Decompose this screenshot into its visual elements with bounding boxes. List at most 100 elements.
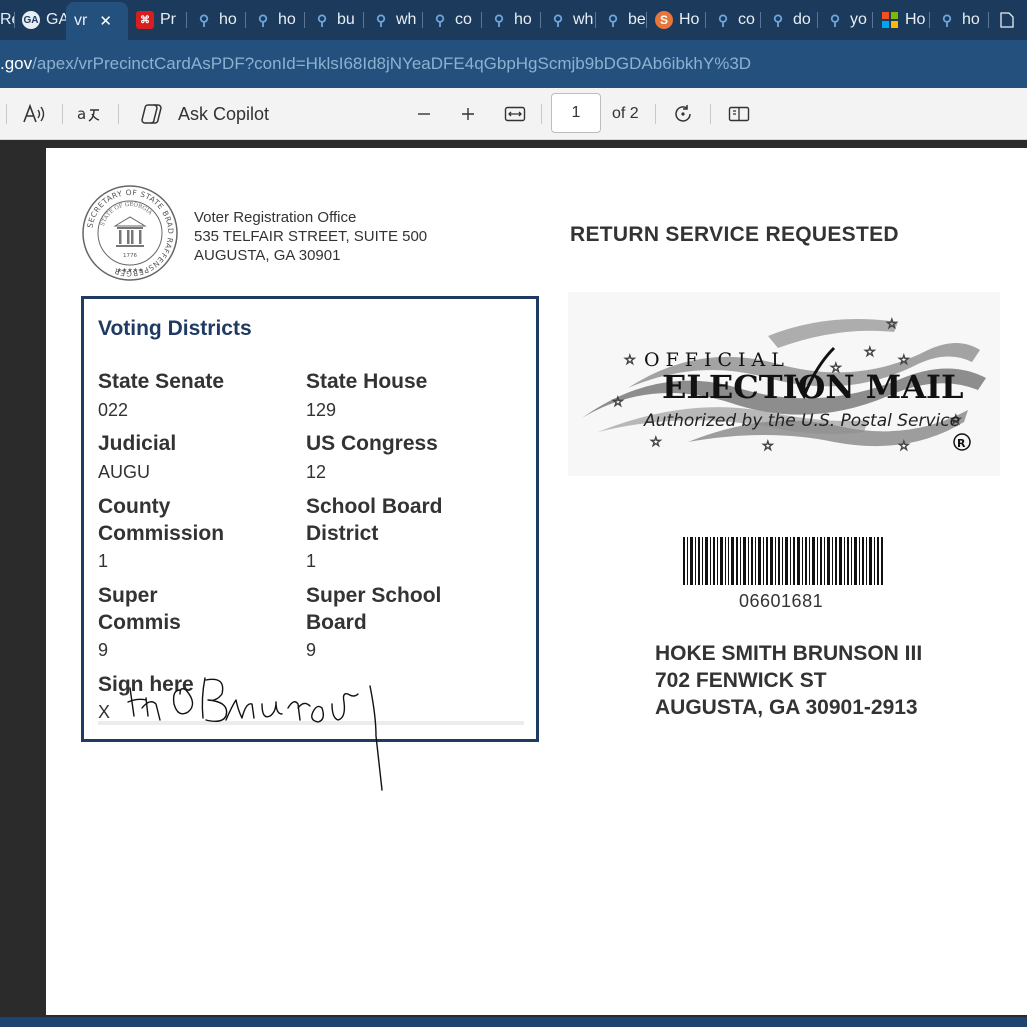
rotate-icon[interactable] [670, 101, 696, 127]
district-label-school-board: School Board District [306, 495, 443, 545]
seal-year: 1776 [123, 253, 137, 259]
svg-text:☆: ☆ [624, 353, 636, 368]
district-value-state-senate: 022 [98, 400, 129, 420]
browser-tab-active[interactable]: vr ✕ [66, 2, 128, 40]
office-name: Voter Registration Office [194, 209, 357, 226]
browser-tab[interactable]: ⚲ ho [246, 4, 304, 36]
ask-copilot-label: Ask Copilot [178, 103, 270, 124]
tab-label: co [455, 11, 472, 28]
browser-tab[interactable]: ⚲ wh [541, 4, 595, 36]
toolbar-separator [655, 104, 656, 124]
district-value-judicial: AUGU [98, 462, 151, 482]
browser-tab[interactable]: ⚲ ho [482, 4, 540, 36]
office-street: 535 TELFAIR STREET, SUITE 500 [194, 228, 428, 245]
recipient-city: AUGUSTA, GA 30901-2913 [655, 696, 918, 719]
browser-tab[interactable]: Re [0, 4, 14, 36]
recipient-street: 702 FENWICK ST [655, 669, 827, 692]
return-service-requested: RETURN SERVICE REQUESTED [570, 223, 899, 246]
district-label-super-commis: Super Commis [98, 584, 181, 634]
return-address: Voter Registration Office 535 TELFAIR ST… [194, 208, 427, 265]
pdf-toolbar: a Ask Copilot of 2 [0, 88, 1027, 140]
svg-text:☆: ☆ [864, 345, 876, 360]
search-icon: ⚲ [316, 11, 328, 28]
ask-copilot-button[interactable]: Ask Copilot [140, 101, 269, 127]
sign-x-mark: X [98, 702, 111, 722]
tab-label: do [793, 11, 811, 28]
browser-tab[interactable]: GA GA [14, 4, 66, 36]
search-icon: ⚲ [552, 11, 564, 28]
browser-tab[interactable]: ⚲ wh [364, 4, 422, 36]
browser-tab[interactable]: S Ho [647, 4, 705, 36]
search-icon: ⚲ [198, 11, 210, 28]
georgia-seal-logo: SECRETARY OF STATE BRAD RAFFENSPERGER ST… [81, 184, 179, 282]
url-path: /apex/vrPrecinctCardAsPDF?conId=HklsI68I… [32, 54, 752, 73]
seal-inner-text: STATE OF GEORGIA [100, 202, 154, 227]
district-value-super-commis: 9 [98, 640, 109, 660]
url-host: .gov [0, 54, 33, 73]
tab-label: GA [46, 11, 66, 28]
browser-tab[interactable]: ⚲ co [706, 4, 760, 36]
svg-text:☆: ☆ [898, 439, 910, 454]
translate-icon[interactable]: a [74, 101, 104, 127]
pdf-icon: ⌘ [136, 11, 154, 29]
search-icon: ⚲ [434, 11, 446, 28]
address-bar[interactable]: .gov/apex/vrPrecinctCardAsPDF?conId=Hkls… [0, 40, 1027, 88]
window-bottom-edge [0, 1017, 1027, 1027]
browser-tab[interactable]: ⚲ ho [187, 4, 245, 36]
tab-label: be [628, 11, 646, 28]
svg-text:☆: ☆ [886, 317, 898, 332]
search-icon: ⚲ [717, 11, 729, 28]
svg-text:a: a [77, 105, 86, 123]
zoom-in-icon[interactable] [457, 101, 479, 127]
svg-text:★★★★★: ★★★★★ [117, 267, 144, 274]
browser-tab[interactable]: ⚲ do [761, 4, 817, 36]
browser-tab[interactable]: ⚲ be [596, 4, 646, 36]
svg-text:STATE OF GEORGIA: STATE OF GEORGIA [100, 202, 154, 227]
tab-label: ho [219, 11, 237, 28]
recipient-address: HOKE SMITH BRUNSON III 702 FENWICK ST AU… [655, 640, 922, 721]
recipient-name: HOKE SMITH BRUNSON III [655, 642, 923, 665]
close-tab-icon[interactable]: ✕ [99, 12, 112, 30]
browser-tab[interactable]: Ho [873, 4, 929, 36]
district-value-county-commission: 1 [98, 551, 109, 571]
url-text[interactable]: .gov/apex/vrPrecinctCardAsPDF?conId=Hkls… [0, 54, 751, 74]
zoom-out-icon[interactable] [413, 101, 435, 127]
browser-tab[interactable]: ⚲ yo [818, 4, 872, 36]
tab-label: Ho [905, 11, 926, 28]
page-number-input[interactable]: 1 [551, 93, 601, 133]
fit-width-icon[interactable] [503, 101, 527, 127]
browser-tab[interactable]: ⚲ bu [305, 4, 363, 36]
official-election-mail-emblem: ☆ ☆ ☆ ☆ ☆ ☆ ☆ ☆ ☆ ☆ OFFICIAL ELECTION MAIL Auth… [568, 292, 1000, 476]
browser-tab[interactable]: ⌘ Pr [128, 4, 186, 36]
toolbar-separator [118, 104, 119, 124]
tab-label: wh [396, 11, 417, 28]
tab-label: Pr [160, 11, 176, 28]
ga-icon: GA [22, 11, 40, 29]
svg-text:☆: ☆ [762, 439, 774, 454]
svg-text:☆: ☆ [612, 395, 624, 410]
district-value-state-house: 129 [306, 400, 337, 420]
district-label-judicial: Judicial [98, 432, 177, 455]
tab-label: co [738, 11, 755, 28]
search-icon: ⚲ [772, 11, 784, 28]
tab-separator [988, 12, 989, 28]
tab-label: bu [337, 11, 355, 28]
search-icon: ⚲ [375, 11, 387, 28]
district-label-county-commission: County Commission [98, 495, 225, 545]
svg-text:☆: ☆ [650, 435, 662, 450]
browser-tab[interactable]: ⚲ ho [930, 4, 988, 36]
district-label-us-congress: US Congress [306, 432, 438, 455]
s-icon: S [655, 11, 673, 29]
copilot-icon [141, 104, 162, 124]
district-label-super-school-board: Super School Board [306, 584, 442, 634]
page-total-label: of 2 [612, 105, 639, 122]
browser-tab[interactable] [990, 4, 1027, 36]
read-aloud-icon[interactable] [20, 101, 48, 127]
tab-label: vr [74, 12, 88, 29]
registered-mark: R [957, 437, 966, 450]
page-view-icon[interactable] [726, 101, 752, 127]
browser-tab[interactable]: ⚲ co [423, 4, 481, 36]
district-label-state-house: State House [306, 370, 428, 393]
tab-label: Re [0, 11, 14, 28]
tab-label: ho [278, 11, 296, 28]
